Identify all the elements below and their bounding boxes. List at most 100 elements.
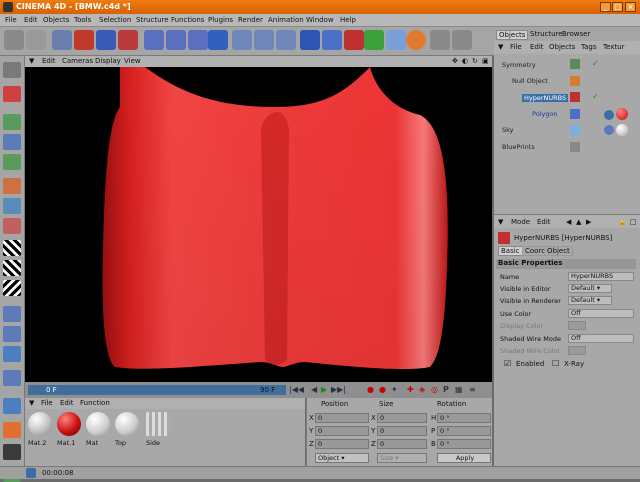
zoom-view-icon[interactable]: ◐ [462,57,468,65]
rotate-icon[interactable] [118,30,138,50]
size-mode-select[interactable]: Size ▾ [377,453,427,463]
attr-shaded-wire-color-swatch[interactable] [568,346,586,355]
material-menu-file[interactable]: File [41,399,53,407]
menu-functions[interactable]: Functions [171,16,204,24]
object-menu-textur[interactable]: Textur [603,43,624,51]
attr-forward-icon[interactable]: ▶ [586,218,591,226]
pos-z-field[interactable]: 0 [315,439,369,449]
maximize-button[interactable]: □ [612,2,623,12]
next-frame-icon[interactable]: ▶▶| [331,385,346,394]
menu-help[interactable]: Help [340,16,356,24]
texture-tool-icon[interactable] [3,154,21,170]
attr-name-field[interactable]: HyperNURBS [568,272,634,281]
viewport-menu-edit[interactable]: Edit [42,57,56,65]
menu-plugins[interactable]: Plugins [208,16,233,24]
scale-icon[interactable] [96,30,116,50]
attr-lock-icon[interactable]: 🔒 [618,218,627,226]
object-hypernurbs[interactable]: HyperNURBS [522,94,569,102]
edges-tool-icon[interactable] [3,198,21,214]
object-null[interactable]: Null Object [512,77,548,85]
viewport-menu-display[interactable]: Display [95,57,121,65]
select-arrow-icon[interactable] [52,30,72,50]
minimize-button[interactable]: _ [600,2,611,12]
redo-icon[interactable] [26,30,46,50]
model-tool-icon[interactable] [3,114,21,130]
menu-render[interactable]: Render [238,16,263,24]
go-start-icon[interactable]: |◀◀ [289,385,304,394]
make-editable-icon[interactable] [3,86,21,102]
rot-p-field[interactable]: 0 ° [437,426,491,436]
attr-menu-edit[interactable]: Edit [537,218,551,226]
scale-key-icon[interactable]: ◈ [419,385,425,394]
object-menu-edit[interactable]: Edit [530,43,544,51]
position-key-icon[interactable]: ✚ [407,385,414,394]
menu-animation[interactable]: Animation [268,16,304,24]
enabled-check-icon[interactable]: ✓ [592,59,599,68]
y-axis-icon[interactable] [166,30,186,50]
object-menu-dropdown-icon[interactable]: ▼ [498,43,503,51]
light-icon[interactable] [406,30,426,50]
enabled-checkbox[interactable]: ☑ [504,359,511,368]
move-view-icon[interactable]: ✥ [452,57,458,65]
object-menu-objects[interactable]: Objects [549,43,575,51]
attr-shaded-wire-mode-select[interactable]: Off [568,334,634,343]
material-swatch[interactable]: Side [146,412,172,447]
timeline-menu-icon[interactable]: ≡ [469,385,476,394]
timeline-slider[interactable]: 0 F 90 F [28,385,286,395]
object-polygon[interactable]: Polygon [532,110,558,118]
uv-checker-icon[interactable] [3,260,21,276]
menu-window[interactable]: Window [306,16,334,24]
attr-menu-mode[interactable]: Mode [511,218,530,226]
attr-tab-basic[interactable]: Basic [498,246,523,256]
object-symmetry[interactable]: Symmetry [502,61,536,69]
material-tag-icon[interactable] [616,108,628,120]
object-blueprints[interactable]: BluePrints [502,143,535,151]
attr-tab-object[interactable]: Object [544,246,573,256]
enabled-check-icon[interactable]: ✓ [592,92,599,101]
material-swatch[interactable]: Mat.2 [28,412,54,447]
close-button[interactable]: × [625,2,636,12]
sky-material-tag-icon[interactable] [616,124,628,136]
prev-frame-icon[interactable]: ◀ [311,385,317,394]
record-icon[interactable]: ● [367,385,374,394]
xray-checkbox[interactable]: ☐ [552,359,559,368]
menu-tools[interactable]: Tools [74,16,91,24]
help-icon[interactable] [452,30,472,50]
attr-visible-renderer-select[interactable]: Default ▾ [568,296,612,305]
camera-icon[interactable] [3,444,21,460]
size-z-field[interactable]: 0 [377,439,427,449]
keyframe-options-icon[interactable]: ✦ [391,385,398,394]
pla-key-icon[interactable]: ▦ [455,385,463,394]
array-icon[interactable] [344,30,364,50]
x-axis-icon[interactable] [144,30,164,50]
pos-x-field[interactable]: 0 [315,413,369,423]
menu-objects[interactable]: Objects [43,16,69,24]
attr-use-color-select[interactable]: Off [568,309,634,318]
animation-icon[interactable] [3,306,21,322]
cube-primitive-icon[interactable] [300,30,320,50]
attr-new-icon[interactable]: □ [630,218,637,226]
tab-browser[interactable]: Browser [560,30,592,38]
menu-structure[interactable]: Structure [136,16,169,24]
render-region-icon[interactable] [254,30,274,50]
magnet-icon[interactable] [3,370,21,386]
material-swatch[interactable]: Mat [86,412,112,447]
parameter-key-icon[interactable]: P [443,385,449,394]
menu-selection[interactable]: Selection [99,16,131,24]
object-sky[interactable]: Sky [502,126,514,134]
tab-objects[interactable]: Objects [496,30,529,40]
z-axis-icon[interactable] [188,30,208,50]
material-menu-function[interactable]: Function [80,399,110,407]
rotation-key-icon[interactable]: ◎ [431,385,438,394]
3d-viewport[interactable] [25,67,492,382]
apply-button[interactable]: Apply [437,453,491,463]
menu-file[interactable]: File [5,16,17,24]
workplane-icon[interactable] [3,280,21,296]
texture-checker-icon[interactable] [3,240,21,256]
render-view-icon[interactable] [232,30,252,50]
attr-up-icon[interactable]: ▲ [576,218,581,226]
material-menu-edit[interactable]: Edit [60,399,74,407]
viewport-dropdown-icon[interactable]: ▼ [29,57,34,65]
sky-texture-tag-icon[interactable] [604,125,614,135]
coord-mode-select[interactable]: Object ▾ [315,453,369,463]
